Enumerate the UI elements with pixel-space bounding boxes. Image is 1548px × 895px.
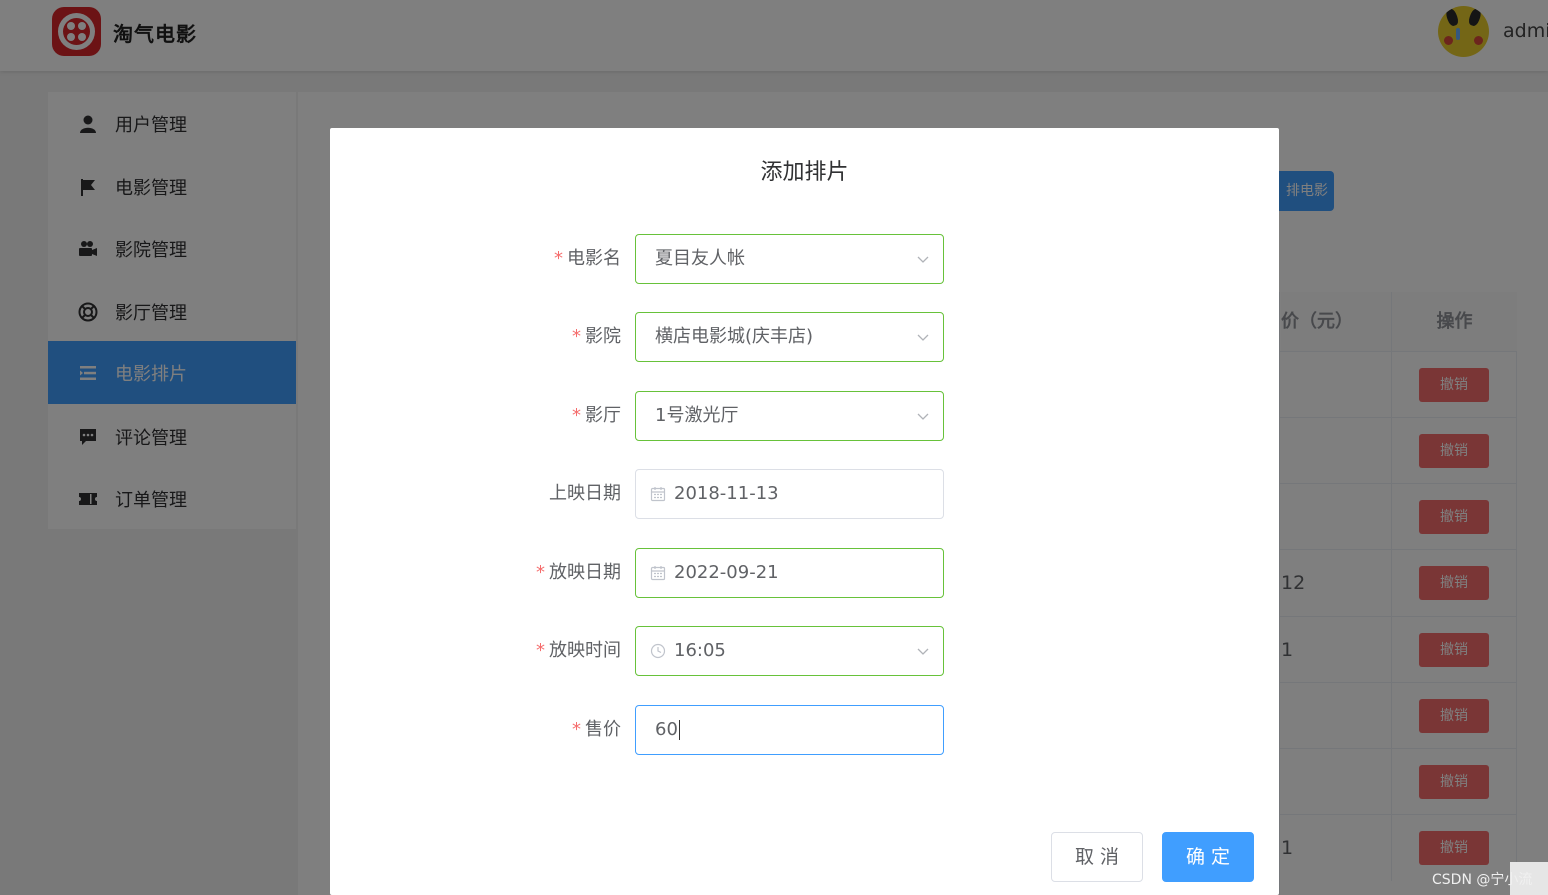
- cinema-select[interactable]: 横店电影城(庆丰店): [635, 312, 944, 362]
- price-value-text: 60: [655, 719, 678, 740]
- form-row-price: * 售价 60: [330, 705, 1279, 755]
- add-schedule-dialog: 添加排片 * 电影名 夏目友人帐 * 影院 横店电影城(庆丰店) * 影厅 1号激光厅…: [330, 128, 1279, 895]
- required-mark: *: [572, 719, 581, 740]
- form-label: * 放映日期: [536, 548, 621, 598]
- form-label-text: 放映日期: [549, 562, 621, 583]
- hall-select-value: 1号激光厅: [655, 405, 739, 426]
- form-label-text: 售价: [585, 719, 621, 740]
- hall-select[interactable]: 1号激光厅: [635, 391, 944, 441]
- form-label-text: 影院: [585, 326, 621, 347]
- form-row-movie: * 电影名 夏目友人帐: [330, 234, 1279, 284]
- form-label: * 影院: [572, 312, 621, 362]
- cinema-select-value: 横店电影城(庆丰店): [655, 326, 814, 347]
- form-label-text: 电影名: [567, 248, 621, 269]
- show-date-value: 2022-09-21: [674, 562, 779, 583]
- required-mark: *: [554, 248, 563, 269]
- calendar-icon: [650, 566, 666, 581]
- required-mark: *: [536, 640, 545, 661]
- show-date-picker[interactable]: 2022-09-21: [635, 548, 944, 598]
- form-label-text: 上映日期: [549, 483, 621, 504]
- form-row-release-date: 上映日期 2018-11-13: [330, 469, 1279, 519]
- calendar-icon: [650, 487, 666, 502]
- required-mark: *: [536, 562, 545, 583]
- form-row-show-time: * 放映时间 16:05: [330, 626, 1279, 676]
- form-label: 上映日期: [549, 469, 621, 519]
- show-time-picker[interactable]: 16:05: [635, 626, 944, 676]
- form-label: * 放映时间: [536, 626, 621, 676]
- price-input-value: 60: [655, 706, 680, 754]
- cancel-button[interactable]: 取 消: [1051, 832, 1143, 882]
- form-label-text: 放映时间: [549, 640, 621, 661]
- confirm-button[interactable]: 确 定: [1162, 832, 1254, 882]
- dialog-title: 添加排片: [760, 160, 849, 185]
- form-row-hall: * 影厅 1号激光厅: [330, 391, 1279, 441]
- required-mark: *: [572, 326, 581, 347]
- form-row-show-date: * 放映日期 2022-09-21: [330, 548, 1279, 598]
- form-row-cinema: * 影院 横店电影城(庆丰店): [330, 312, 1279, 362]
- show-time-value: 16:05: [674, 640, 726, 661]
- form-label: * 电影名: [554, 234, 621, 284]
- movie-select[interactable]: 夏目友人帐: [635, 234, 944, 284]
- clock-icon: [650, 643, 666, 659]
- chevron-down-icon: [917, 648, 929, 655]
- text-caret: [678, 720, 680, 740]
- price-input[interactable]: 60: [635, 705, 944, 755]
- form-label: * 影厅: [572, 391, 621, 441]
- release-date-value: 2018-11-13: [674, 483, 779, 504]
- watermark-text: CSDN @宁小流: [1432, 872, 1533, 888]
- chevron-down-icon: [917, 334, 929, 341]
- chevron-down-icon: [917, 256, 929, 263]
- release-date-picker[interactable]: 2018-11-13: [635, 469, 944, 519]
- form-label-text: 影厅: [585, 405, 621, 426]
- chevron-down-icon: [917, 413, 929, 420]
- movie-select-value: 夏目友人帐: [655, 248, 745, 269]
- required-mark: *: [572, 405, 581, 426]
- form-label: * 售价: [572, 705, 621, 755]
